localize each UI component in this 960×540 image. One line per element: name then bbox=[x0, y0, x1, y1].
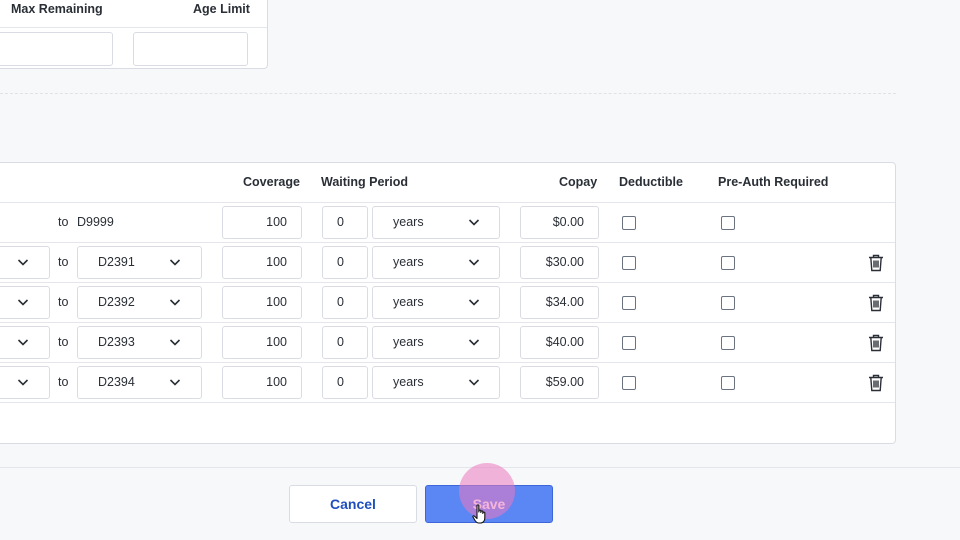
chevron-down-icon bbox=[468, 299, 480, 306]
waiting-unit-select[interactable]: years bbox=[372, 326, 500, 359]
chevron-down-icon bbox=[468, 259, 480, 266]
trash-icon[interactable] bbox=[868, 254, 884, 272]
waiting-period-input[interactable]: 0 bbox=[322, 206, 368, 239]
chevron-down-icon bbox=[17, 339, 29, 346]
row-divider bbox=[0, 202, 895, 203]
deductible-checkbox[interactable] bbox=[622, 376, 636, 390]
chevron-down-icon bbox=[169, 379, 181, 386]
row-divider bbox=[0, 242, 895, 243]
pre-auth-checkbox[interactable] bbox=[721, 216, 735, 230]
waiting-period-input[interactable]: 0 bbox=[322, 246, 368, 279]
waiting-unit-value: years bbox=[393, 375, 424, 389]
pre-auth-checkbox[interactable] bbox=[721, 336, 735, 350]
chevron-down-icon bbox=[468, 339, 480, 346]
to-code-select[interactable]: D2391 bbox=[77, 246, 202, 279]
trash-icon[interactable] bbox=[868, 374, 884, 392]
chevron-down-icon bbox=[169, 259, 181, 266]
waiting-unit-value: years bbox=[393, 255, 424, 269]
coverage-input[interactable]: 100 bbox=[222, 206, 302, 239]
pre-auth-checkbox[interactable] bbox=[721, 296, 735, 310]
waiting-unit-value: years bbox=[393, 215, 424, 229]
trash-icon[interactable] bbox=[868, 334, 884, 352]
cancel-button[interactable]: Cancel bbox=[289, 485, 417, 523]
limits-header: Max Remaining Age Limit bbox=[0, 1, 267, 28]
to-code-value: D2394 bbox=[98, 375, 135, 389]
max-remaining-label: Max Remaining bbox=[11, 2, 103, 16]
row-divider bbox=[0, 362, 895, 363]
chevron-down-icon bbox=[17, 379, 29, 386]
from-code-select[interactable] bbox=[0, 326, 50, 359]
waiting-unit-select[interactable]: years bbox=[372, 286, 500, 319]
copay-input[interactable]: $0.00 bbox=[520, 206, 599, 239]
copay-input[interactable]: $40.00 bbox=[520, 326, 599, 359]
to-label: to bbox=[58, 255, 69, 269]
deductible-checkbox[interactable] bbox=[622, 216, 636, 230]
to-label: to bbox=[58, 375, 69, 389]
waiting-unit-value: years bbox=[393, 335, 424, 349]
coverage-input[interactable]: 100 bbox=[222, 326, 302, 359]
row-divider bbox=[0, 282, 895, 283]
header-copay: Copay bbox=[559, 175, 598, 189]
save-button[interactable]: Save bbox=[425, 485, 553, 523]
age-limit-label: Age Limit bbox=[193, 2, 250, 16]
header-deductible: Deductible bbox=[619, 175, 683, 189]
from-code-select[interactable] bbox=[0, 246, 50, 279]
age-limit-input[interactable] bbox=[133, 32, 248, 66]
waiting-unit-value: years bbox=[393, 295, 424, 309]
chevron-down-icon bbox=[169, 299, 181, 306]
coverage-input[interactable]: 100 bbox=[222, 366, 302, 399]
waiting-unit-select[interactable]: years bbox=[372, 246, 500, 279]
copay-input[interactable]: $34.00 bbox=[520, 286, 599, 319]
footer-divider bbox=[0, 467, 960, 468]
to-code-select[interactable]: D2392 bbox=[77, 286, 202, 319]
from-code-select[interactable] bbox=[0, 286, 50, 319]
row-divider bbox=[0, 322, 895, 323]
header-waiting-period: Waiting Period bbox=[321, 175, 409, 189]
waiting-unit-select[interactable]: years bbox=[372, 206, 500, 239]
section-divider bbox=[0, 93, 896, 94]
waiting-period-input[interactable]: 0 bbox=[322, 286, 368, 319]
copay-input[interactable]: $59.00 bbox=[520, 366, 599, 399]
to-code-value: D2393 bbox=[98, 335, 135, 349]
copay-input[interactable]: $30.00 bbox=[520, 246, 599, 279]
waiting-period-input[interactable]: 0 bbox=[322, 326, 368, 359]
row-divider bbox=[0, 402, 895, 403]
waiting-period-input[interactable]: 0 bbox=[322, 366, 368, 399]
from-code-select[interactable] bbox=[0, 366, 50, 399]
chevron-down-icon bbox=[17, 299, 29, 306]
hand-pointer-icon bbox=[472, 504, 486, 524]
trash-icon[interactable] bbox=[868, 294, 884, 312]
max-remaining-input[interactable] bbox=[0, 32, 113, 66]
to-code-value: D2392 bbox=[98, 295, 135, 309]
to-label: to bbox=[58, 335, 69, 349]
chevron-down-icon bbox=[17, 259, 29, 266]
coverage-input[interactable]: 100 bbox=[222, 246, 302, 279]
deductible-checkbox[interactable] bbox=[622, 336, 636, 350]
limits-card: Max Remaining Age Limit bbox=[0, 0, 268, 69]
coverage-input[interactable]: 100 bbox=[222, 286, 302, 319]
chevron-down-icon bbox=[169, 339, 181, 346]
to-code-value: D2391 bbox=[98, 255, 135, 269]
deductible-checkbox[interactable] bbox=[622, 256, 636, 270]
to-label: to bbox=[58, 295, 69, 309]
pre-auth-checkbox[interactable] bbox=[721, 256, 735, 270]
deductible-checkbox[interactable] bbox=[622, 296, 636, 310]
to-code: D9999 bbox=[77, 215, 114, 229]
to-code-select[interactable]: D2394 bbox=[77, 366, 202, 399]
to-label: to bbox=[58, 215, 69, 229]
to-code-select[interactable]: D2393 bbox=[77, 326, 202, 359]
chevron-down-icon bbox=[468, 219, 480, 226]
chevron-down-icon bbox=[468, 379, 480, 386]
pre-auth-checkbox[interactable] bbox=[721, 376, 735, 390]
waiting-unit-select[interactable]: years bbox=[372, 366, 500, 399]
header-coverage: Coverage bbox=[243, 175, 300, 189]
header-pre-auth: Pre-Auth Required bbox=[718, 175, 829, 189]
